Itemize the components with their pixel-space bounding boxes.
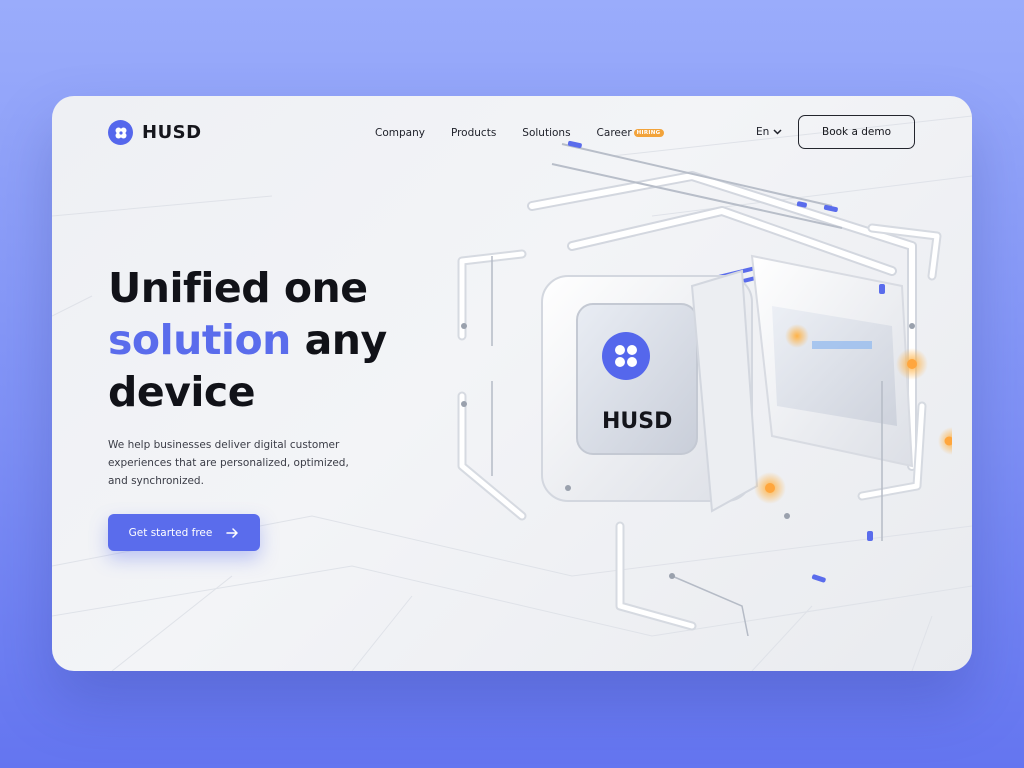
device-label: HUSD — [602, 409, 672, 434]
hero-title-line2: any — [290, 316, 388, 364]
get-started-label: Get started free — [128, 526, 213, 539]
hero-title-line1: Unified one — [108, 264, 368, 312]
brand-logo[interactable]: HUSD — [108, 120, 202, 145]
landing-card: HUSD Company Products Solutions Career H… — [52, 96, 972, 671]
brand-name: HUSD — [142, 122, 202, 143]
device-illustration: HUSD — [457, 140, 952, 636]
hero-title-accent: solution — [108, 316, 291, 364]
hero-subtitle: We help businesses deliver digital custo… — [108, 439, 349, 487]
arrow-right-icon — [226, 527, 239, 538]
logo-mark-icon — [108, 120, 133, 145]
hero-title: Unified one solution any device — [108, 262, 387, 418]
get-started-button[interactable]: Get started free — [108, 514, 260, 551]
chevron-down-icon — [773, 129, 782, 135]
hero-title-line3: device — [108, 368, 256, 416]
